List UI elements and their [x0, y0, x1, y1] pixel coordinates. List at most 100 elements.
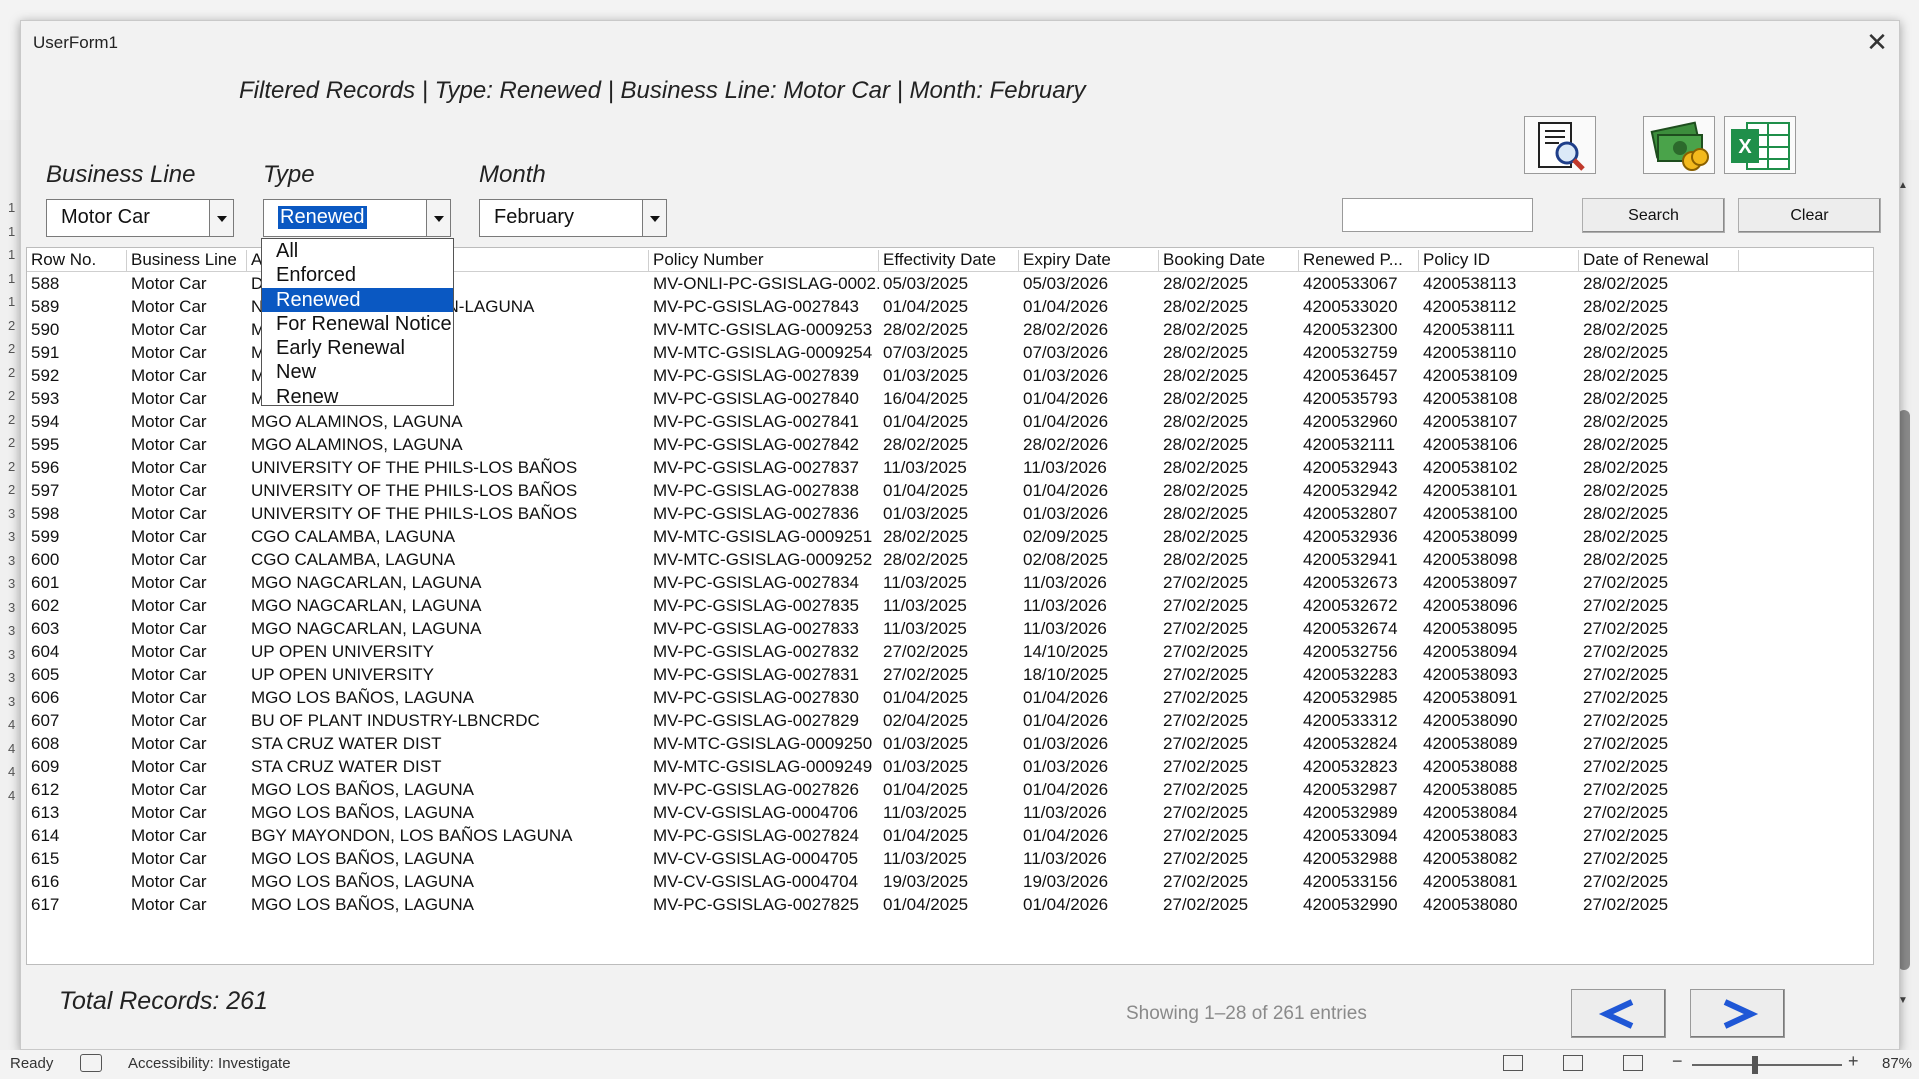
close-button[interactable]: ✕ [1859, 27, 1895, 57]
page-break-view-icon[interactable] [1623, 1055, 1643, 1071]
table-cell: Motor Car [131, 711, 207, 730]
table-cell: 27/02/2025 [1583, 734, 1669, 753]
table-cell: 4200532990 [1303, 895, 1398, 914]
table-cell: 4200538113 [1423, 274, 1517, 293]
table-cell: Motor Car [131, 389, 207, 408]
type-combobox[interactable]: Renewed [263, 199, 451, 237]
zoom-slider[interactable] [1692, 1064, 1842, 1066]
dropdown-option[interactable]: Renewed [262, 287, 453, 312]
report-search-button[interactable] [1524, 116, 1596, 174]
table-cell: MGO LOS BAÑOS, LAGUNA [251, 803, 474, 822]
table-cell: Motor Car [131, 757, 207, 776]
table-cell: 01/03/2026 [1023, 734, 1109, 753]
table-cell: 01/04/2026 [1023, 711, 1109, 730]
table-cell: MV-CV-GSISLAG-0004706 [653, 803, 859, 822]
table-row[interactable]: 600 Motor Car CGO CALAMBA, LAGUNA MV-MTC-GS… [27, 549, 1873, 572]
table-row[interactable]: 602 Motor Car MGO NAGCARLAN, LAGUNA MV-PC-G… [27, 595, 1873, 618]
table-cell: MV-PC-GSISLAG-0027843 [653, 297, 859, 316]
table-row[interactable]: 598 Motor Car UNIVERSITY OF THE PHILS-LOS … [27, 503, 1873, 526]
table-row[interactable]: 616 Motor Car MGO LOS BAÑOS, LAGUNA MV-CV-G… [27, 871, 1873, 894]
table-row[interactable]: 613 Motor Car MGO LOS BAÑOS, LAGUNA MV-CV-G… [27, 802, 1873, 825]
table-row[interactable]: 601 Motor Car MGO NAGCARLAN, LAGUNA MV-PC-G… [27, 572, 1873, 595]
table-row[interactable]: 612 Motor Car MGO LOS BAÑOS, LAGUNA MV-PC-G… [27, 779, 1873, 802]
table-cell: 592 [31, 366, 60, 385]
excel-row-number: 2 [8, 458, 16, 474]
next-page-button[interactable] [1690, 989, 1785, 1038]
dropdown-option[interactable]: For Renewal Notice [262, 312, 453, 336]
total-records: Total Records: 261 [59, 987, 268, 1015]
search-button[interactable]: Search [1582, 198, 1725, 233]
dropdown-option[interactable]: All [262, 239, 453, 263]
type-dropdown-list[interactable]: All Enforced Renewed For Renewal Notice Earl… [261, 238, 454, 409]
table-row[interactable]: 604 Motor Car UP OPEN UNIVERSITY MV-PC-GSIS… [27, 641, 1873, 664]
table-row[interactable]: 603 Motor Car MGO NAGCARLAN, LAGUNA MV-PC-G… [27, 618, 1873, 641]
table-row[interactable]: 595 Motor Car MGO ALAMINOS, LAGUNA MV-PC-GS… [27, 434, 1873, 457]
column-header: Renewed P... [1299, 250, 1419, 272]
export-excel-button[interactable]: X [1724, 116, 1796, 174]
table-row[interactable]: 617 Motor Car MGO LOS BAÑOS, LAGUNA MV-PC-G… [27, 894, 1873, 917]
table-cell: 4200538094 [1423, 642, 1518, 661]
table-cell: 28/02/2025 [1583, 274, 1669, 293]
month-combobox[interactable]: February [479, 199, 667, 237]
zoom-in-button[interactable]: + [1848, 1051, 1859, 1072]
table-cell: 14/10/2025 [1023, 642, 1109, 661]
chevron-down-icon[interactable] [642, 200, 666, 236]
normal-view-icon[interactable] [1503, 1055, 1523, 1071]
table-cell: 01/03/2026 [1023, 366, 1109, 385]
table-row[interactable]: 594 Motor Car MGO ALAMINOS, LAGUNA MV-PC-GS… [27, 411, 1873, 434]
previous-page-button[interactable] [1571, 989, 1666, 1038]
money-report-button[interactable] [1643, 116, 1715, 174]
accessibility-status[interactable]: Accessibility: Investigate [128, 1055, 291, 1072]
business-line-combobox[interactable]: Motor Car [46, 199, 234, 237]
table-cell: Motor Car [131, 826, 207, 845]
table-row[interactable]: 606 Motor Car MGO LOS BAÑOS, LAGUNA MV-PC-G… [27, 687, 1873, 710]
table-cell: 11/03/2025 [883, 596, 967, 615]
table-cell: 11/03/2026 [1023, 849, 1107, 868]
table-cell: 01/04/2026 [1023, 826, 1109, 845]
zoom-out-button[interactable]: − [1672, 1051, 1683, 1072]
dropdown-option[interactable]: Early Renewal [262, 336, 453, 360]
table-row[interactable]: 607 Motor Car BU OF PLANT INDUSTRY-LBNCRDC… [27, 710, 1873, 733]
dropdown-option[interactable]: Renew [262, 385, 453, 409]
table-cell: Motor Car [131, 297, 207, 316]
userform-window: UserForm1 ✕ Filtered Records | Type: Ren… [20, 20, 1900, 1050]
table-cell: 28/02/2025 [883, 527, 969, 546]
table-cell: 11/03/2025 [883, 573, 967, 592]
table-cell: 28/02/2025 [1163, 481, 1249, 500]
table-row[interactable]: 597 Motor Car UNIVERSITY OF THE PHILS-LOS … [27, 480, 1873, 503]
table-cell: 01/04/2026 [1023, 389, 1109, 408]
chevron-down-icon[interactable] [426, 200, 450, 236]
table-cell: 28/02/2025 [1163, 435, 1249, 454]
table-row[interactable]: 614 Motor Car BGY MAYONDON, LOS BAÑOS LAGU… [27, 825, 1873, 848]
table-row[interactable]: 596 Motor Car UNIVERSITY OF THE PHILS-LOS … [27, 457, 1873, 480]
search-input[interactable] [1342, 198, 1533, 232]
table-cell: 01/04/2026 [1023, 895, 1109, 914]
page-layout-view-icon[interactable] [1563, 1055, 1583, 1071]
table-row[interactable]: 605 Motor Car UP OPEN UNIVERSITY MV-PC-GSIS… [27, 664, 1873, 687]
dropdown-option[interactable]: Enforced [262, 263, 453, 287]
excel-row-number: 1 [8, 247, 16, 262]
zoom-level[interactable]: 87% [1882, 1055, 1912, 1072]
table-cell: 07/03/2026 [1023, 343, 1109, 362]
table-cell: Motor Car [131, 849, 207, 868]
table-row[interactable]: 599 Motor Car CGO CALAMBA, LAGUNA MV-MTC-GS… [27, 526, 1873, 549]
table-cell: 28/02/2025 [1163, 297, 1249, 316]
table-row[interactable]: 615 Motor Car MGO LOS BAÑOS, LAGUNA MV-CV-G… [27, 848, 1873, 871]
table-cell: UNIVERSITY OF THE PHILS-LOS BAÑOS [251, 504, 578, 523]
table-row[interactable]: 609 Motor Car STA CRUZ WATER DIST MV-MTC-GS… [27, 756, 1873, 779]
table-cell: 28/02/2025 [1163, 504, 1249, 523]
table-cell: 4200538090 [1423, 711, 1518, 730]
dropdown-option[interactable]: New [262, 360, 453, 384]
table-cell: 02/09/2025 [1023, 527, 1109, 546]
chevron-down-icon[interactable] [209, 200, 233, 236]
table-cell: 28/02/2025 [1163, 550, 1249, 569]
macro-record-icon[interactable] [80, 1054, 102, 1072]
clear-button[interactable]: Clear [1738, 198, 1881, 233]
table-cell: 616 [31, 872, 60, 891]
table-cell: 01/04/2026 [1023, 297, 1109, 316]
zoom-slider-thumb[interactable] [1752, 1056, 1758, 1074]
table-cell: 4200538095 [1423, 619, 1518, 638]
table-cell: 4200532824 [1303, 734, 1398, 753]
table-row[interactable]: 608 Motor Car STA CRUZ WATER DIST MV-MTC-GS… [27, 733, 1873, 756]
table-cell: 4200532985 [1303, 688, 1398, 707]
